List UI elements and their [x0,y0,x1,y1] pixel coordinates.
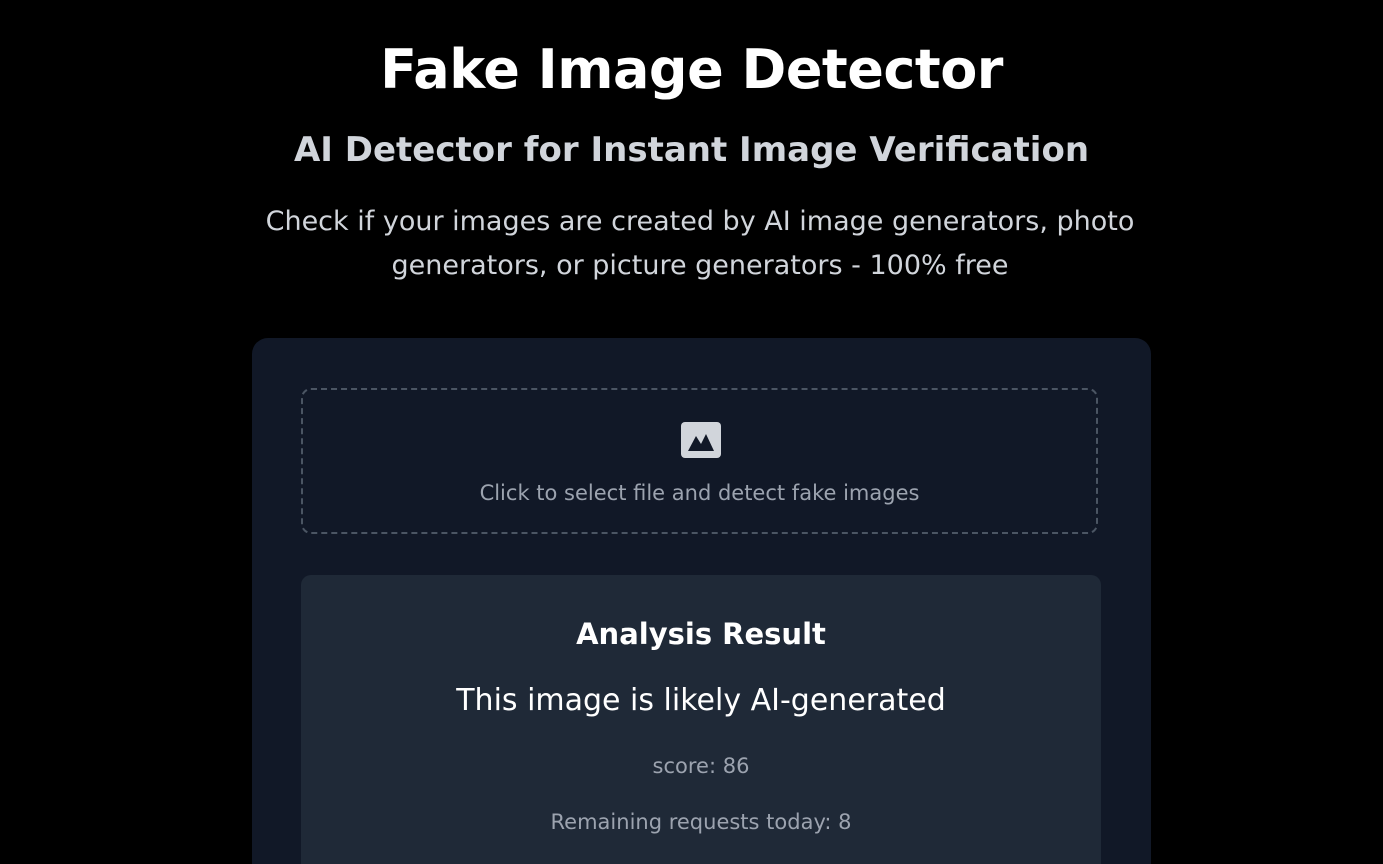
remaining-requests: Remaining requests today: 8 [550,810,852,834]
page-title: Fake Image Detector [380,38,1003,101]
result-score: score: 86 [652,754,750,778]
result-heading: Analysis Result [576,617,826,651]
page: Fake Image Detector AI Detector for Inst… [0,0,1383,864]
upload-prompt: Click to select file and detect fake ima… [479,481,920,505]
analysis-result-panel: Analysis Result This image is likely AI-… [301,575,1101,864]
page-description: Check if your images are created by AI i… [265,206,1135,281]
page-subtitle: AI Detector for Instant Image Verificati… [293,130,1090,170]
result-verdict: This image is likely AI-generated [456,683,946,718]
image-icon [681,422,721,458]
detector-card: Click to select file and detect fake ima… [252,338,1151,864]
file-upload-dropzone[interactable]: Click to select file and detect fake ima… [301,388,1098,534]
